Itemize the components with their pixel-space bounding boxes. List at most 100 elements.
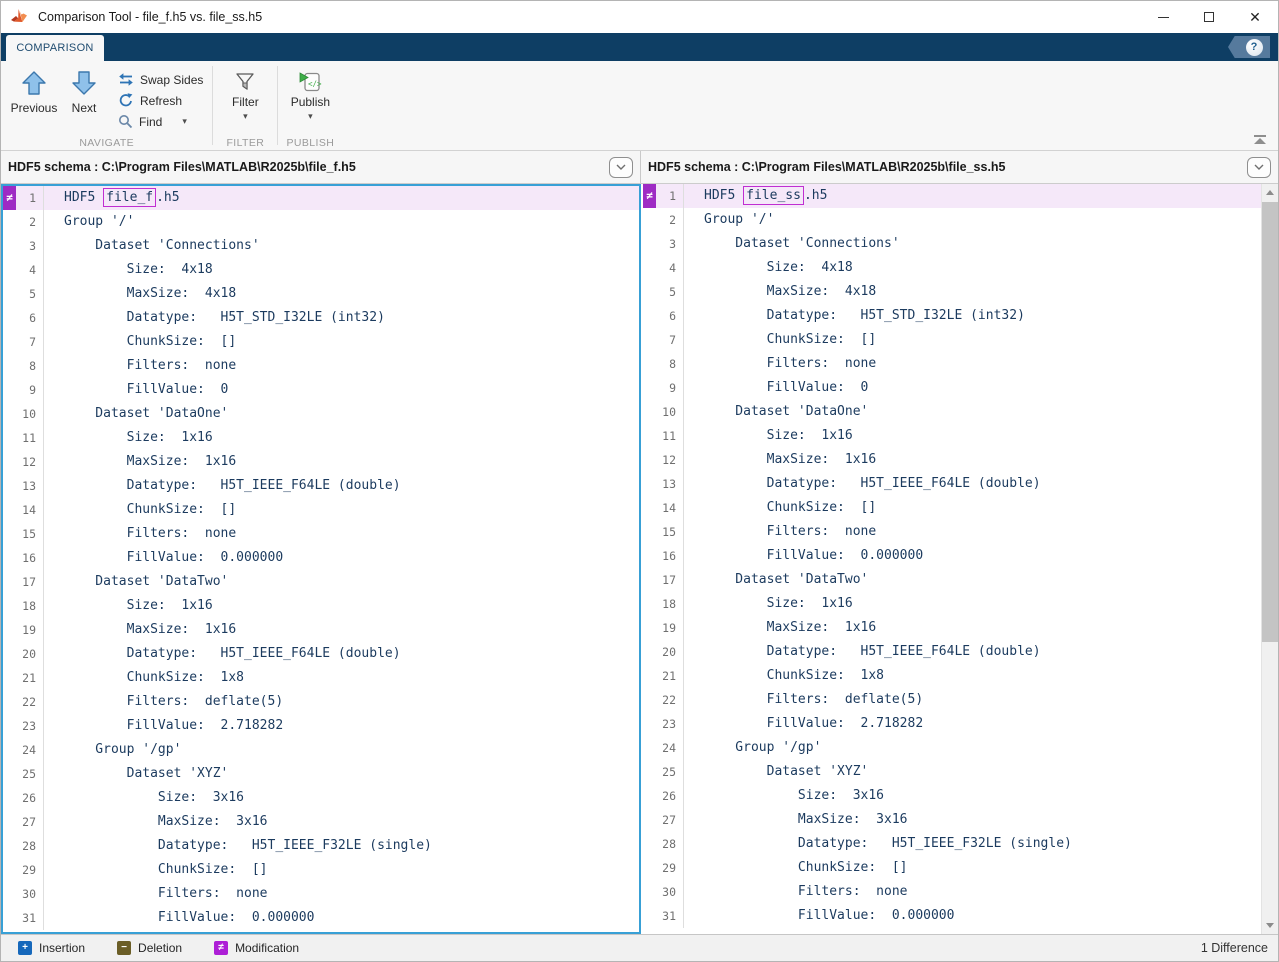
line-number: 5 xyxy=(656,280,684,304)
diff-marker-icon[interactable]: ≠ xyxy=(643,184,656,208)
line-number: 3 xyxy=(16,234,44,258)
line-number: 30 xyxy=(16,882,44,906)
marker-cell xyxy=(643,712,656,736)
refresh-button[interactable]: Refresh xyxy=(115,90,206,111)
marker-cell xyxy=(3,666,16,690)
marker-cell xyxy=(3,618,16,642)
marker-cell xyxy=(3,642,16,666)
line-number: 13 xyxy=(656,472,684,496)
line-text: FillValue: 2.718282 xyxy=(44,714,639,738)
scroll-up-button[interactable] xyxy=(1262,184,1278,201)
difference-count: 1 Difference xyxy=(1201,941,1268,955)
scrollbar-thumb[interactable] xyxy=(1262,202,1278,642)
next-button[interactable]: Next xyxy=(59,65,109,134)
line-number: 30 xyxy=(656,880,684,904)
legend-insertion: + Insertion xyxy=(18,941,85,955)
marker-cell xyxy=(3,690,16,714)
find-button[interactable]: Find ▾ xyxy=(115,111,206,132)
code-line: 24 Group '/gp' xyxy=(3,738,639,762)
line-text: MaxSize: 3x16 xyxy=(44,810,639,834)
diff-marker-icon[interactable]: ≠ xyxy=(3,186,16,210)
left-pane[interactable]: ≠1HDF5 file_f.h52Group '/'3 Dataset 'Con… xyxy=(1,184,641,934)
code-line: 28 Datatype: H5T_IEEE_F32LE (single) xyxy=(3,834,639,858)
refresh-label: Refresh xyxy=(140,94,182,108)
code-line: 21 ChunkSize: 1x8 xyxy=(643,664,1261,688)
marker-cell xyxy=(3,714,16,738)
deletion-label: Deletion xyxy=(138,941,182,955)
line-text: Dataset 'DataTwo' xyxy=(44,570,639,594)
marker-cell xyxy=(643,232,656,256)
line-number: 18 xyxy=(16,594,44,618)
line-number: 28 xyxy=(16,834,44,858)
line-number: 13 xyxy=(16,474,44,498)
previous-button[interactable]: Previous xyxy=(9,65,59,134)
maximize-button[interactable] xyxy=(1186,1,1232,33)
code-line: 25 Dataset 'XYZ' xyxy=(643,760,1261,784)
marker-cell xyxy=(3,258,16,282)
close-button[interactable]: ✕ xyxy=(1232,1,1278,33)
collapse-ribbon-button[interactable] xyxy=(1254,135,1266,144)
code-line: 6 Datatype: H5T_STD_I32LE (int32) xyxy=(3,306,639,330)
swap-sides-button[interactable]: Swap Sides xyxy=(115,69,206,90)
code-line: 31 FillValue: 0.000000 xyxy=(643,904,1261,928)
code-line: 24 Group '/gp' xyxy=(643,736,1261,760)
line-number: 2 xyxy=(16,210,44,234)
line-number: 26 xyxy=(656,784,684,808)
code-line: 4 Size: 4x18 xyxy=(3,258,639,282)
code-line: 18 Size: 1x16 xyxy=(3,594,639,618)
line-text: Size: 1x16 xyxy=(44,426,639,450)
line-text: ChunkSize: [] xyxy=(684,328,1261,352)
line-text: Dataset 'Connections' xyxy=(684,232,1261,256)
line-text: Group '/' xyxy=(684,208,1261,232)
publish-button[interactable]: </> Publish ▾ xyxy=(284,65,336,134)
find-dropdown-icon[interactable]: ▾ xyxy=(182,116,187,127)
code-line: 30 Filters: none xyxy=(3,882,639,906)
line-number: 29 xyxy=(656,856,684,880)
right-pane-title: HDF5 schema : C:\Program Files\MATLAB\R2… xyxy=(648,160,1006,174)
code-line: 27 MaxSize: 3x16 xyxy=(3,810,639,834)
marker-cell xyxy=(643,424,656,448)
minimize-button[interactable] xyxy=(1140,1,1186,33)
scroll-down-button[interactable] xyxy=(1262,917,1278,934)
arrow-down-icon xyxy=(71,70,97,96)
line-number: 19 xyxy=(656,616,684,640)
line-text: Filters: none xyxy=(44,354,639,378)
left-pane-menu-button[interactable] xyxy=(609,157,633,178)
line-text: Group '/gp' xyxy=(44,738,639,762)
marker-cell xyxy=(643,760,656,784)
right-pane-menu-button[interactable] xyxy=(1247,157,1271,178)
line-number: 1 xyxy=(16,186,44,210)
code-line: 16 FillValue: 0.000000 xyxy=(3,546,639,570)
line-text: ChunkSize: [] xyxy=(44,858,639,882)
line-number: 24 xyxy=(16,738,44,762)
help-button[interactable]: ? xyxy=(1228,36,1270,58)
right-pane[interactable]: ≠1HDF5 file_ss.h52Group '/'3 Dataset 'Co… xyxy=(641,184,1278,934)
filter-section: Filter ▾ FILTER xyxy=(213,61,277,150)
code-line: 25 Dataset 'XYZ' xyxy=(3,762,639,786)
code-line: 13 Datatype: H5T_IEEE_F64LE (double) xyxy=(643,472,1261,496)
code-line: 23 FillValue: 2.718282 xyxy=(643,712,1261,736)
filter-button[interactable]: Filter ▾ xyxy=(219,65,271,134)
refresh-icon xyxy=(118,93,134,108)
line-text: ChunkSize: 1x8 xyxy=(684,664,1261,688)
line-text: MaxSize: 4x18 xyxy=(684,280,1261,304)
code-line: 9 FillValue: 0 xyxy=(643,376,1261,400)
code-line: 2Group '/' xyxy=(3,210,639,234)
line-text: MaxSize: 4x18 xyxy=(44,282,639,306)
line-number: 24 xyxy=(656,736,684,760)
line-number: 25 xyxy=(656,760,684,784)
tab-comparison[interactable]: COMPARISON xyxy=(6,35,104,61)
code-line: 21 ChunkSize: 1x8 xyxy=(3,666,639,690)
marker-cell xyxy=(643,880,656,904)
maximize-icon xyxy=(1204,12,1214,22)
marker-cell xyxy=(3,834,16,858)
line-text: Datatype: H5T_STD_I32LE (int32) xyxy=(44,306,639,330)
line-number: 20 xyxy=(16,642,44,666)
marker-cell xyxy=(643,784,656,808)
line-number: 21 xyxy=(16,666,44,690)
collapse-ribbon-icon xyxy=(1254,138,1266,144)
vertical-scrollbar[interactable] xyxy=(1261,184,1278,934)
filter-label: Filter xyxy=(232,95,259,109)
marker-cell xyxy=(3,402,16,426)
scroll-up-icon xyxy=(1266,190,1274,195)
